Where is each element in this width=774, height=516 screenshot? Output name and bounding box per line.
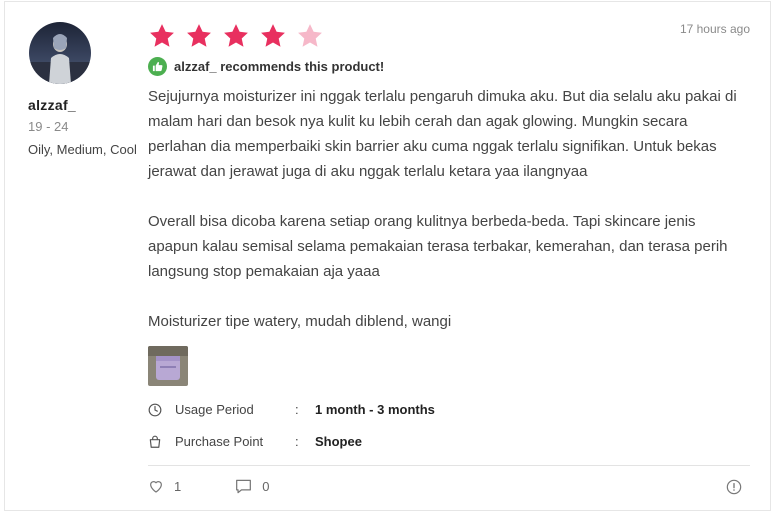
purchase-point-separator: : <box>295 434 299 449</box>
purchase-point-label: Purchase Point <box>175 434 264 449</box>
report-icon <box>726 479 742 495</box>
review-paragraph: Sejujurnya moisturizer ini nggak terlalu… <box>148 88 737 180</box>
review-photo-thumbnail[interactable] <box>148 346 188 386</box>
divider <box>148 465 750 466</box>
star-icon <box>150 24 174 47</box>
usage-period-label: Usage Period <box>175 402 254 417</box>
reviewer-skin-profile: Oily, Medium, Cool <box>28 142 137 157</box>
shopping-bag-icon <box>148 435 162 449</box>
star-empty-icon <box>298 24 322 47</box>
report-button[interactable] <box>726 479 742 495</box>
star-rating <box>148 22 324 50</box>
thumbs-up-icon <box>148 57 167 76</box>
review-body: Sejujurnya moisturizer ini nggak terlalu… <box>148 84 748 334</box>
comment-count: 0 <box>262 478 270 494</box>
comment-button[interactable]: 0 <box>235 479 269 494</box>
like-button[interactable]: 1 <box>148 478 181 494</box>
like-count: 1 <box>174 478 182 494</box>
clock-icon <box>148 403 162 417</box>
reviewer-age-range: 19 - 24 <box>28 119 69 134</box>
star-icon <box>224 24 248 47</box>
usage-period-separator: : <box>295 402 299 417</box>
star-icon <box>261 24 285 47</box>
purchase-point-row: Purchase Point : Shopee <box>148 434 362 449</box>
recommend-text: alzzaf_ recommends this product! <box>174 59 385 74</box>
usage-period-value: 1 month - 3 months <box>315 402 435 417</box>
recommend-banner: alzzaf_ recommends this product! <box>148 57 384 76</box>
usage-period-row: Usage Period : 1 month - 3 months <box>148 402 435 417</box>
comment-icon <box>236 479 252 493</box>
heart-icon <box>150 481 162 493</box>
avatar[interactable] <box>29 22 91 84</box>
reviewer-profile: alzzaf_ 19 - 24 Oily, Medium, Cool <box>28 22 138 161</box>
purchase-point-value: Shopee <box>315 434 362 449</box>
review-paragraph: Moisturizer tipe watery, mudah diblend, … <box>148 313 452 330</box>
star-icon <box>187 24 211 47</box>
reviewer-username[interactable]: alzzaf_ <box>28 97 138 113</box>
review-card: alzzaf_ 19 - 24 Oily, Medium, Cool 17 ho… <box>4 1 771 511</box>
review-timestamp: 17 hours ago <box>679 22 750 36</box>
review-paragraph: Overall bisa dicoba karena setiap orang … <box>148 213 728 280</box>
review-actions: 1 0 <box>148 478 269 494</box>
